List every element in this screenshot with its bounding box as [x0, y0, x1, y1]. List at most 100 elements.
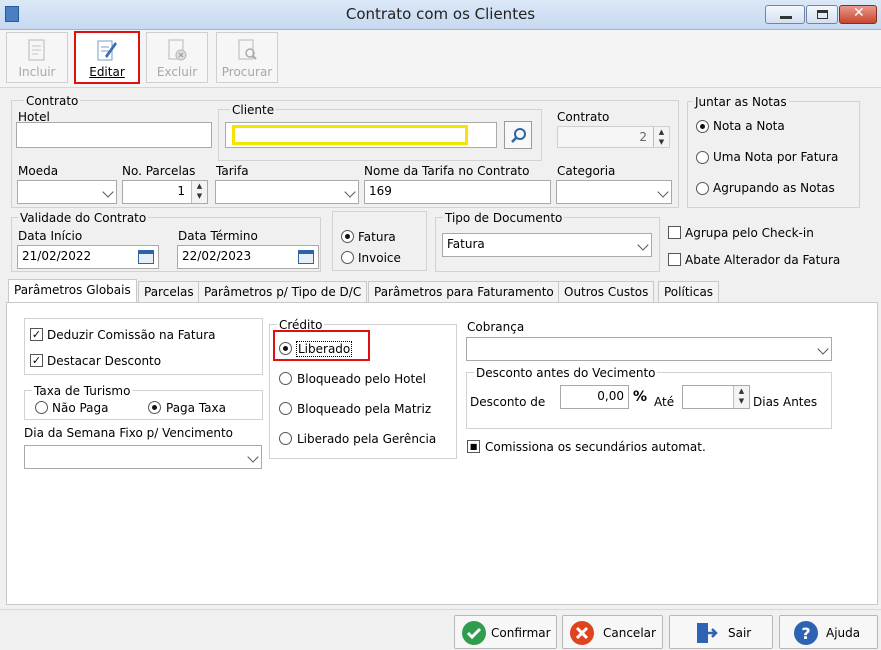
tab-parcelas[interactable]: Parcelas — [138, 281, 200, 303]
moeda-label: Moeda — [18, 164, 59, 178]
juntar-option-label: Uma Nota por Fatura — [713, 150, 839, 164]
juntar-title: Juntar as Notas — [693, 95, 789, 109]
cancel-icon — [570, 621, 594, 645]
destacar-checkbox[interactable]: ✓ — [30, 354, 43, 367]
ate-label: Até — [654, 395, 675, 409]
ate-input[interactable]: ▲ ▼ — [682, 385, 750, 409]
nao-paga-label: Não Paga — [52, 401, 109, 415]
chevron-down-icon — [344, 186, 356, 198]
agrupa-checkin-checkbox[interactable] — [668, 226, 681, 239]
comissiona-checkbox[interactable]: ■ — [467, 440, 480, 453]
deduzir-label: Deduzir Comissão na Fatura — [47, 328, 216, 342]
cliente-input[interactable] — [225, 122, 497, 148]
destacar-label: Destacar Desconto — [47, 354, 162, 368]
deduzir-checkbox[interactable]: ✓ — [30, 328, 43, 341]
cancelar-button[interactable]: Cancelar — [562, 615, 663, 649]
close-button[interactable]: ✕ — [839, 5, 877, 24]
credito-bloqueado-matriz-radio[interactable] — [279, 402, 292, 415]
paga-taxa-radio[interactable] — [148, 401, 161, 414]
new-document-icon — [28, 39, 45, 61]
abate-alterador-checkbox[interactable] — [668, 253, 681, 266]
parcelas-spinner[interactable]: ▲ ▼ — [191, 181, 207, 203]
moeda-select[interactable] — [17, 180, 117, 204]
credito-option-label: Liberado — [296, 341, 353, 357]
validade-title: Validade do Contrato — [18, 211, 149, 225]
nome-tarifa-input[interactable]: 169 — [364, 180, 551, 204]
tab-parametros-tipo-dc[interactable]: Parâmetros p/ Tipo de D/C — [198, 281, 368, 303]
contrato-group-title: Contrato — [24, 94, 81, 108]
fatura-radio[interactable] — [341, 230, 354, 243]
exit-icon — [694, 621, 718, 645]
incluir-label: Incluir — [18, 65, 56, 79]
data-termino-value: 22/02/2023 — [182, 249, 252, 263]
contrato-number-label: Contrato — [557, 110, 610, 124]
tab-parametros-globais[interactable]: Parâmetros Globais — [8, 279, 137, 303]
search-icon — [511, 128, 526, 143]
procurar-label: Procurar — [221, 65, 273, 79]
parcelas-value: 1 — [177, 184, 185, 198]
invoice-radio[interactable] — [341, 251, 354, 264]
chevron-down-icon — [657, 186, 669, 198]
cliente-label: Cliente — [230, 103, 277, 117]
tipo-documento-select[interactable]: Fatura — [442, 233, 652, 257]
contrato-spinner[interactable]: ▲ ▼ — [653, 127, 669, 147]
juntar-nota-a-nota-radio[interactable] — [696, 120, 709, 133]
juntar-option-label: Nota a Nota — [713, 119, 785, 133]
editar-button[interactable]: Editar — [74, 31, 140, 84]
calendar-icon[interactable] — [298, 250, 314, 264]
chevron-down-icon — [637, 239, 649, 251]
data-inicio-input[interactable]: 21/02/2022 — [17, 245, 159, 269]
abate-alterador-label: Abate Alterador da Fatura — [685, 253, 841, 267]
chevron-down-icon — [247, 451, 259, 463]
incluir-button[interactable]: Incluir — [6, 32, 68, 83]
tipo-documento-label: Tipo de Documento — [443, 211, 565, 225]
data-termino-input[interactable]: 22/02/2023 — [177, 245, 319, 269]
maximize-button[interactable] — [806, 5, 838, 24]
cancelar-label: Cancelar — [603, 626, 656, 640]
ajuda-button[interactable]: ? Ajuda — [779, 615, 878, 649]
credito-liberado-gerencia-radio[interactable] — [279, 432, 292, 445]
minimize-button[interactable] — [765, 5, 805, 24]
maximize-icon — [817, 10, 828, 19]
cliente-value — [232, 125, 468, 145]
svg-text:?: ? — [801, 624, 810, 643]
editar-label: Editar — [89, 65, 125, 79]
hotel-input[interactable] — [16, 122, 212, 148]
close-icon: ✕ — [853, 5, 865, 21]
calendar-icon[interactable] — [138, 250, 154, 264]
credito-option-label: Bloqueado pelo Hotel — [297, 372, 426, 386]
search-document-icon — [238, 39, 257, 60]
tarifa-label: Tarifa — [216, 164, 249, 178]
sair-button[interactable]: Sair — [669, 615, 773, 649]
juntar-uma-nota-radio[interactable] — [696, 151, 709, 164]
tab-politicas[interactable]: Políticas — [658, 281, 720, 303]
tab-parametros-faturamento[interactable]: Parâmetros para Faturamento — [368, 281, 560, 303]
categoria-select[interactable] — [556, 180, 672, 204]
taxa-turismo-title: Taxa de Turismo — [32, 384, 133, 398]
dias-antes-label: Dias Antes — [753, 395, 818, 409]
agrupa-checkin-label: Agrupa pelo Check-in — [685, 226, 814, 240]
ate-spinner[interactable]: ▲ ▼ — [733, 386, 749, 408]
contrato-number-value: 2 — [639, 130, 647, 144]
desconto-input[interactable]: 0,00 — [560, 385, 629, 409]
excluir-button[interactable]: Excluir — [146, 32, 208, 83]
nao-paga-radio[interactable] — [35, 401, 48, 414]
cobranca-select[interactable] — [466, 337, 832, 361]
procurar-button[interactable]: Procurar — [216, 32, 278, 83]
confirmar-label: Confirmar — [491, 626, 551, 640]
tipo-documento-value: Fatura — [447, 237, 485, 251]
juntar-agrupando-radio[interactable] — [696, 182, 709, 195]
parcelas-input[interactable]: 1 ▲ ▼ — [122, 180, 208, 204]
dia-semana-select[interactable] — [24, 445, 262, 469]
confirmar-button[interactable]: Confirmar — [454, 615, 557, 649]
delete-document-icon — [168, 39, 187, 61]
tab-outros-custos[interactable]: Outros Custos — [558, 281, 655, 303]
credito-liberado-radio[interactable] — [279, 342, 292, 355]
tarifa-select[interactable] — [215, 180, 359, 204]
contrato-number-input[interactable]: 2 ▲ ▼ — [557, 126, 670, 148]
help-icon: ? — [794, 621, 818, 645]
desconto-de-label: Desconto de — [470, 395, 546, 409]
data-termino-label: Data Término — [178, 229, 258, 243]
credito-bloqueado-hotel-radio[interactable] — [279, 372, 292, 385]
cliente-search-button[interactable] — [504, 121, 532, 149]
